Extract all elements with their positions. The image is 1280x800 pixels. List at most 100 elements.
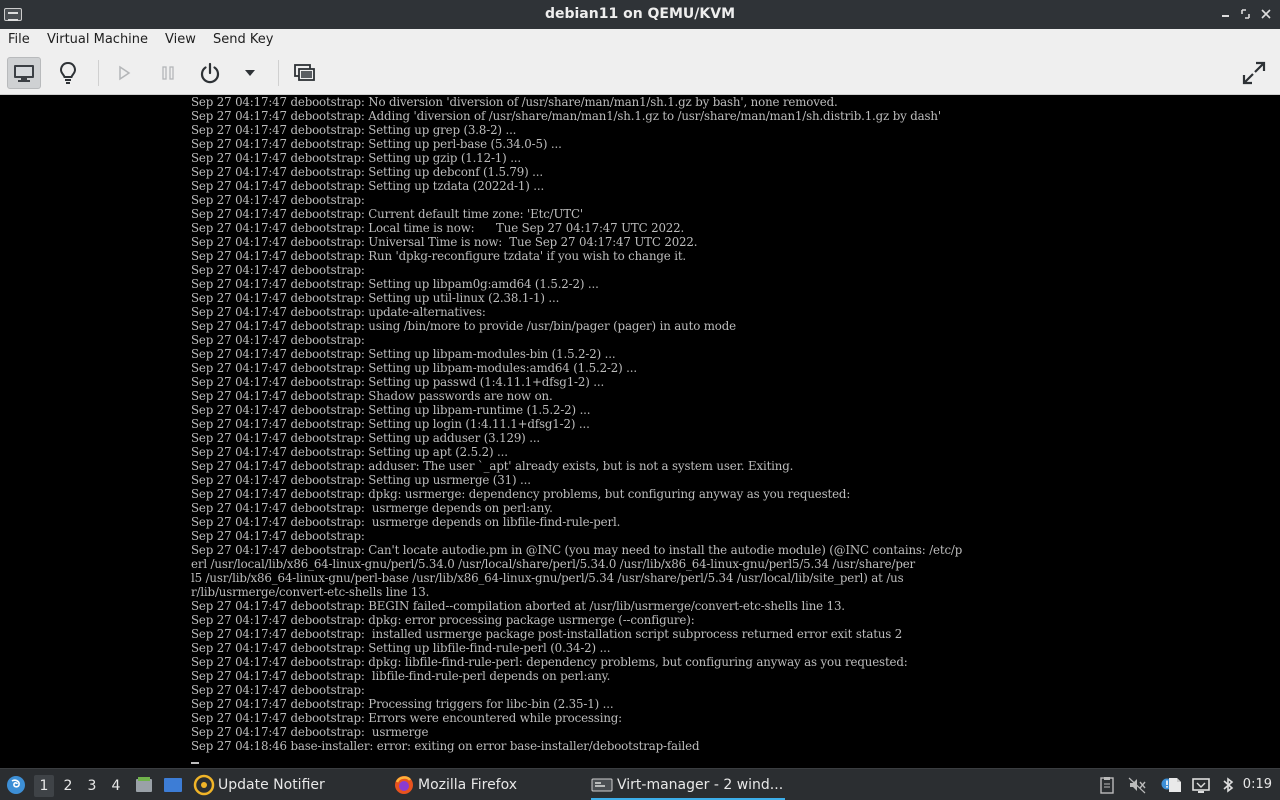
console-icon: [14, 65, 34, 82]
bluetooth-tray[interactable]: [1221, 769, 1235, 800]
files-tray[interactable]: [1166, 769, 1184, 800]
console-line: Sep 27 04:17:47 debootstrap: adduser: Th…: [191, 459, 794, 473]
console-line: Sep 27 04:17:47 debootstrap: using /bin/…: [191, 319, 736, 333]
console-line: Sep 27 04:17:47 debootstrap: dpkg: usrme…: [191, 487, 851, 501]
workspace-2[interactable]: 2: [58, 775, 78, 797]
pause-button[interactable]: [151, 57, 185, 89]
clipboard-tray[interactable]: [1099, 769, 1115, 800]
console-line: Sep 27 04:17:47 debootstrap: dpkg: error…: [191, 613, 695, 627]
console-line: Sep 27 04:17:47 debootstrap: Current def…: [191, 207, 583, 221]
task-label: Mozilla Firefox: [418, 777, 518, 793]
console-line: r/lib/usrmerge/convert-etc-shells line 1…: [191, 585, 430, 599]
console-line: Sep 27 04:17:47 debootstrap: Setting up …: [191, 431, 541, 445]
console-line: Sep 27 04:17:47 debootstrap:: [191, 333, 365, 347]
fullscreen-button[interactable]: [1237, 57, 1271, 89]
network-icon: [1192, 778, 1210, 793]
console-line: Sep 27 04:17:47 debootstrap: Setting up …: [191, 277, 599, 291]
console-line: Sep 27 04:17:47 debootstrap: usrmerge: [191, 725, 429, 739]
console-line: Sep 27 04:17:47 debootstrap: libfile-fin…: [191, 669, 611, 683]
snapshots-button[interactable]: [287, 57, 321, 89]
console-line: Sep 27 04:17:47 debootstrap: Setting up …: [191, 473, 531, 487]
task-update-notifier[interactable]: Update Notifier: [193, 769, 325, 800]
fullscreen-icon: [1242, 61, 1266, 85]
console-line: Sep 27 04:17:47 debootstrap:: [191, 683, 365, 697]
console-line: Sep 27 04:17:47 debootstrap: dpkg: libfi…: [191, 655, 908, 669]
virt-manager-icon: [591, 778, 613, 792]
workspace-3[interactable]: 3: [82, 775, 102, 797]
run-icon: [119, 65, 131, 81]
start-menu-icon: [7, 776, 25, 794]
console-button[interactable]: [7, 57, 41, 89]
details-button[interactable]: [51, 57, 85, 89]
toolbar-separator: [98, 60, 99, 86]
console-line: Sep 27 04:17:47 debootstrap: installed u…: [191, 627, 903, 641]
file-manager-icon: [136, 777, 152, 792]
console-line: Sep 27 04:17:47 debootstrap: Setting up …: [191, 361, 637, 375]
clock: 0:19: [1242, 777, 1272, 792]
menu-file[interactable]: File: [8, 32, 30, 47]
minimize-icon[interactable]: [1219, 6, 1233, 22]
console-output: Sep 27 04:17:47 debootstrap: No diversio…: [191, 95, 1091, 753]
console-line: Sep 27 04:17:47 debootstrap: Setting up …: [191, 375, 605, 389]
console-line: Sep 27 04:17:47 debootstrap: Setting up …: [191, 417, 590, 431]
console-line: Sep 27 04:17:47 debootstrap: Processing …: [191, 697, 614, 711]
toolbar: [0, 52, 1280, 95]
firefox-icon: [395, 776, 413, 794]
vm-console[interactable]: Sep 27 04:17:47 debootstrap: No diversio…: [0, 95, 1280, 768]
shutdown-menu-button[interactable]: [233, 57, 267, 89]
console-line: Sep 27 04:17:47 debootstrap: Errors were…: [191, 711, 623, 725]
files-icon: [1169, 778, 1181, 792]
console-line: Sep 27 04:17:47 debootstrap: Universal T…: [191, 235, 698, 249]
show-desktop-launcher[interactable]: [163, 769, 183, 800]
close-icon[interactable]: [1259, 6, 1273, 22]
console-line: Sep 27 04:17:47 debootstrap: Setting up …: [191, 445, 508, 459]
update-notifier-icon: [193, 774, 215, 796]
run-button[interactable]: [107, 57, 141, 89]
shutdown-menu-arrow-icon: [245, 70, 255, 76]
window-title: debian11 on QEMU/KVM: [544, 6, 736, 22]
details-lightbulb-icon: [59, 61, 77, 84]
mute-icon: [1128, 777, 1146, 794]
title-bar[interactable]: debian11 on QEMU/KVM: [0, 0, 1280, 29]
workspace-1[interactable]: 1: [34, 775, 54, 797]
menu-bar: File Virtual Machine View Send Key: [0, 29, 1280, 52]
workspace-4[interactable]: 4: [106, 775, 126, 797]
file-manager-launcher[interactable]: [135, 769, 153, 800]
console-line: Sep 27 04:17:47 debootstrap: Setting up …: [191, 165, 543, 179]
console-line: Sep 27 04:17:47 debootstrap: Setting up …: [191, 403, 591, 417]
console-line: Sep 27 04:17:47 debootstrap: No diversio…: [191, 95, 838, 109]
console-line: Sep 27 04:17:47 debootstrap:: [191, 193, 365, 207]
show-desktop-icon: [164, 778, 182, 792]
console-line: Sep 27 04:18:46 base-installer: error: e…: [191, 739, 700, 753]
menu-view[interactable]: View: [165, 32, 196, 47]
shutdown-button[interactable]: [193, 57, 227, 89]
console-line: Sep 27 04:17:47 debootstrap: usrmerge de…: [191, 515, 621, 529]
console-line: Sep 27 04:17:47 debootstrap: Setting up …: [191, 641, 611, 655]
console-line: Sep 27 04:17:47 debootstrap: usrmerge de…: [191, 501, 553, 515]
console-line: Sep 27 04:17:47 debootstrap: Shadow pass…: [191, 389, 553, 403]
console-line: Sep 27 04:17:47 debootstrap: update-alte…: [191, 305, 486, 319]
menu-send-key[interactable]: Send Key: [213, 32, 273, 47]
menu-virtual-machine[interactable]: Virtual Machine: [47, 32, 148, 47]
network-tray[interactable]: [1192, 769, 1210, 800]
bluetooth-icon: [1223, 777, 1234, 793]
console-line: Sep 27 04:17:47 debootstrap: Adding 'div…: [191, 109, 941, 123]
volume-tray[interactable]: [1127, 769, 1147, 800]
snapshots-icon: [294, 64, 315, 81]
task-firefox[interactable]: Mozilla Firefox: [393, 769, 517, 800]
console-line: Sep 27 04:17:47 debootstrap:: [191, 529, 365, 543]
console-line: l5 /usr/lib/x86_64-linux-gnu/perl-base /…: [191, 571, 904, 585]
console-line: erl /usr/local/lib/x86_64-linux-gnu/perl…: [191, 557, 916, 571]
text-cursor: [191, 762, 199, 764]
console-line: Sep 27 04:17:47 debootstrap: Setting up …: [191, 123, 517, 137]
start-menu-button[interactable]: [5, 769, 27, 800]
taskbar: 1 2 3 4 Update Notifier Mozilla Firefox: [0, 768, 1280, 800]
task-virt-manager[interactable]: Virt-manager - 2 wind...: [591, 769, 785, 800]
console-line: Sep 27 04:17:47 debootstrap: BEGIN faile…: [191, 599, 845, 613]
console-line: Sep 27 04:17:47 debootstrap: Local time …: [191, 221, 685, 235]
console-line: Sep 27 04:17:47 debootstrap: Setting up …: [191, 151, 522, 165]
task-label: Update Notifier: [218, 777, 325, 793]
maximize-icon[interactable]: [1239, 6, 1253, 22]
toolbar-separator: [278, 60, 279, 86]
shutdown-icon: [200, 62, 220, 84]
